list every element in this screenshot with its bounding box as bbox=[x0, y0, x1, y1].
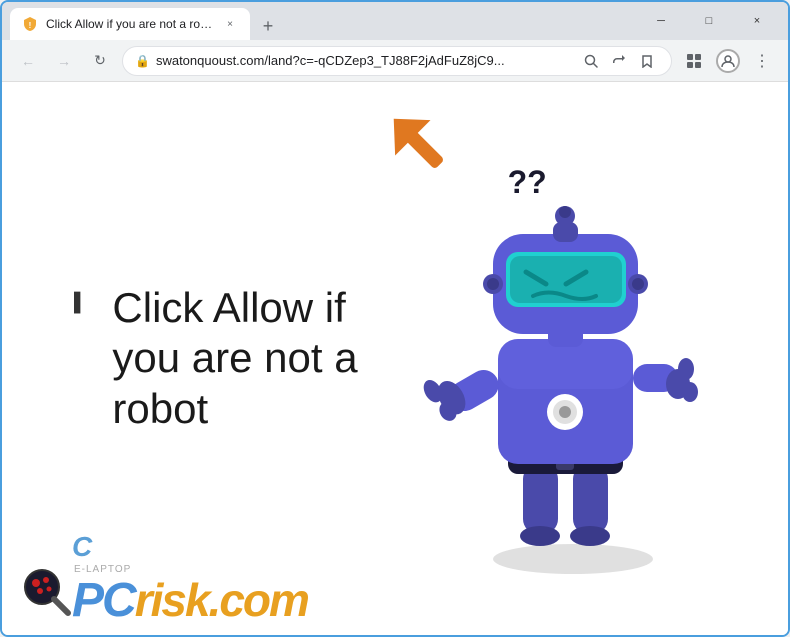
page-content: Click Allow if you are not a robot ?? bbox=[2, 82, 788, 635]
minimize-button[interactable]: ─ bbox=[638, 5, 684, 37]
more-options-button[interactable]: ⋮ bbox=[748, 47, 776, 75]
active-tab[interactable]: ! Click Allow if you are not a robot × bbox=[10, 8, 250, 40]
search-icon bbox=[584, 54, 598, 68]
bookmark-icon bbox=[640, 54, 654, 68]
logo-magnifier-icon bbox=[22, 567, 72, 617]
text-section: Click Allow if you are not a robot bbox=[52, 263, 397, 454]
maximize-button[interactable]: □ bbox=[686, 5, 732, 37]
lock-icon: 🔒 bbox=[135, 54, 150, 68]
pcrisk-logo-container: C E-LAPTOP PC risk.com bbox=[72, 565, 308, 625]
risk-text: risk.com bbox=[135, 577, 308, 623]
share-icon bbox=[612, 54, 626, 68]
address-text: swatonquoust.com/land?c=-qCDZep3_TJ88F2j… bbox=[156, 53, 573, 68]
robot-svg bbox=[418, 144, 718, 574]
mouse-cursor: ▌ bbox=[74, 292, 87, 313]
tab-area: ! Click Allow if you are not a robot × + bbox=[10, 2, 634, 40]
reload-button[interactable]: ↻ bbox=[86, 47, 114, 75]
browser-window: ! Click Allow if you are not a robot × +… bbox=[0, 0, 790, 637]
new-tab-button[interactable]: + bbox=[254, 12, 282, 40]
footer-logo: C E-LAPTOP PC risk.com bbox=[2, 535, 328, 635]
c-logo-mark: C bbox=[72, 533, 92, 561]
pc-text: PC bbox=[72, 577, 135, 625]
window-controls: ─ □ × bbox=[638, 5, 780, 37]
navigation-bar: ← → ↻ 🔒 swatonquoust.com/land?c=-qCDZep3… bbox=[2, 40, 788, 82]
title-bar: ! Click Allow if you are not a robot × +… bbox=[2, 2, 788, 40]
bookmark-icon-btn[interactable] bbox=[635, 49, 659, 73]
back-button[interactable]: ← bbox=[14, 47, 42, 75]
extensions-button[interactable] bbox=[680, 47, 708, 75]
main-text-line2: you are not a bbox=[112, 333, 357, 383]
close-button[interactable]: × bbox=[734, 5, 780, 37]
search-icon-btn[interactable] bbox=[579, 49, 603, 73]
pcrisk-text: PC risk.com bbox=[72, 577, 308, 625]
svg-text:!: ! bbox=[29, 21, 32, 30]
robot-illustration: ?? bbox=[398, 134, 738, 584]
main-text-line3: robot bbox=[112, 384, 357, 434]
share-icon-btn[interactable] bbox=[607, 49, 631, 73]
tab-favicon-icon: ! bbox=[22, 16, 38, 32]
main-text-line1: Click Allow if bbox=[112, 283, 357, 333]
main-text: Click Allow if you are not a robot bbox=[112, 283, 357, 434]
profile-button[interactable] bbox=[716, 49, 740, 73]
forward-button[interactable]: → bbox=[50, 47, 78, 75]
profile-icon bbox=[721, 54, 735, 68]
puzzle-icon bbox=[685, 52, 703, 70]
address-bar[interactable]: 🔒 swatonquoust.com/land?c=-qCDZep3_TJ88F… bbox=[122, 46, 672, 76]
address-bar-icons bbox=[579, 49, 659, 73]
tab-close-button[interactable]: × bbox=[222, 16, 238, 32]
tab-title: Click Allow if you are not a robot bbox=[46, 17, 214, 31]
question-marks: ?? bbox=[508, 164, 547, 201]
